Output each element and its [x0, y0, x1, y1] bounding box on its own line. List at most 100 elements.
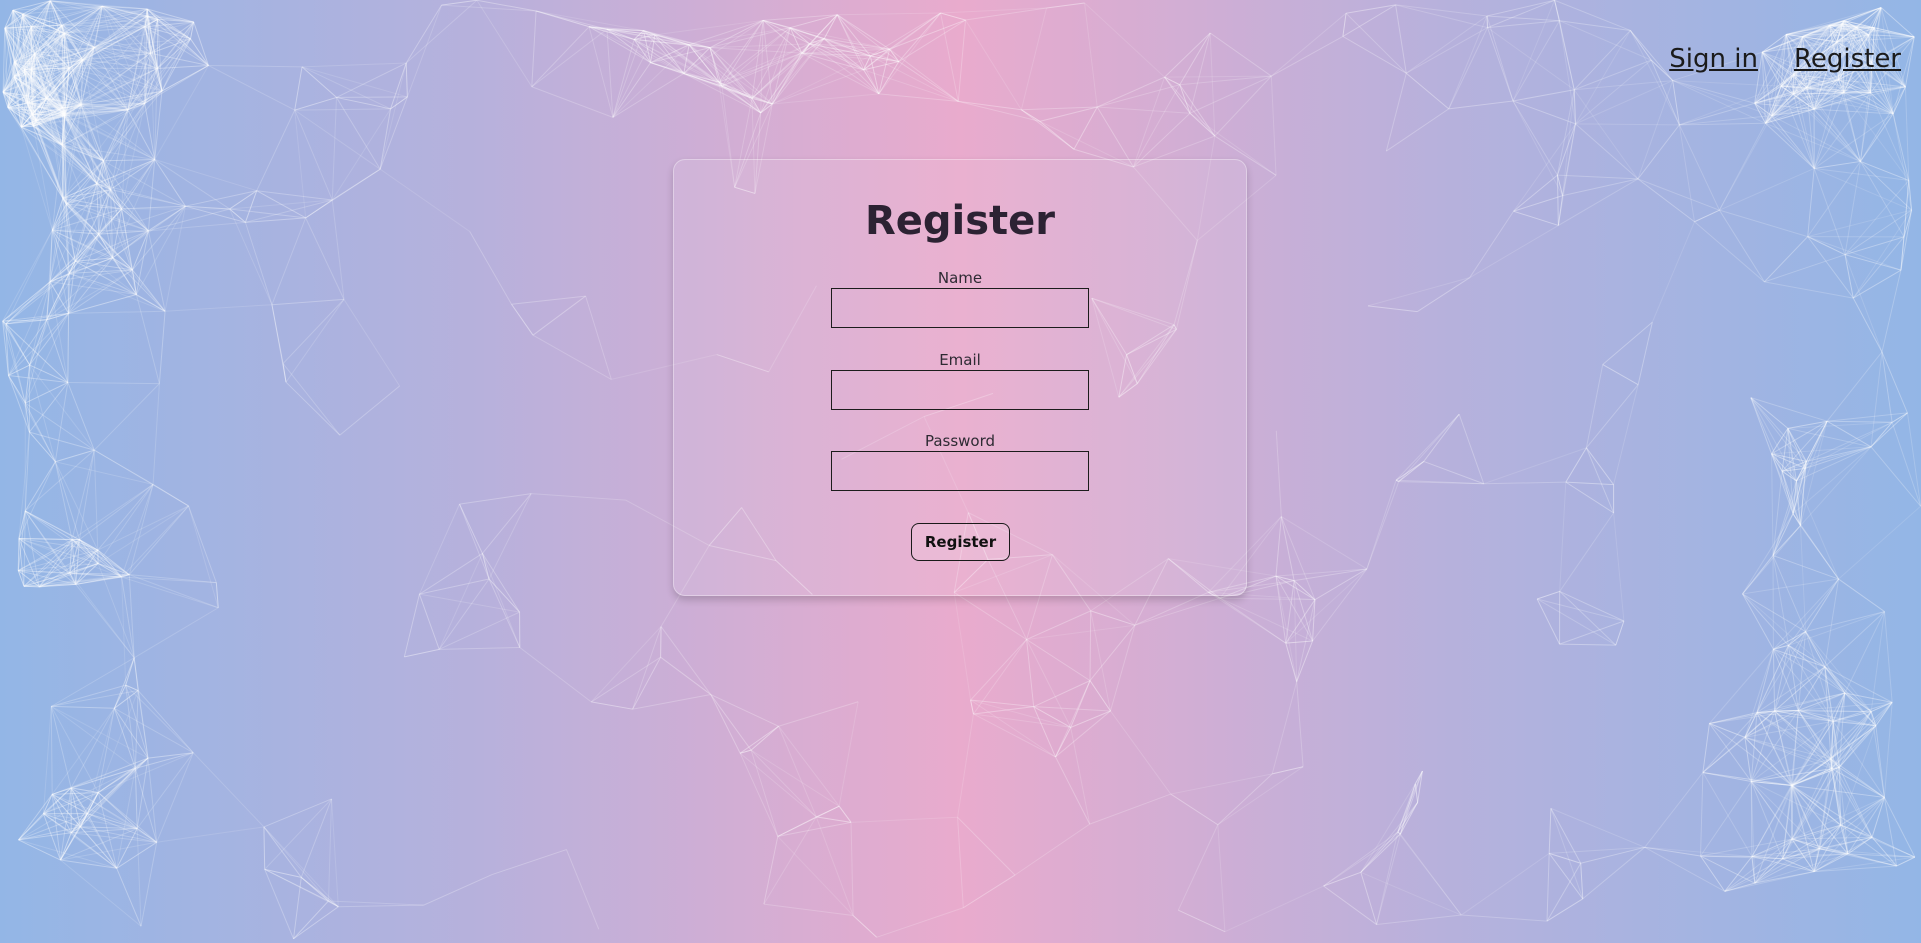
network-line	[1055, 680, 1091, 758]
network-line	[1549, 846, 1645, 854]
network-line	[1097, 106, 1190, 114]
network-line	[300, 798, 333, 878]
network-line	[1565, 481, 1614, 514]
network-line	[294, 108, 391, 111]
network-line	[147, 230, 166, 312]
network-line	[750, 749, 840, 807]
network-line	[1575, 123, 1680, 126]
network-line	[1084, 2, 1098, 108]
network-line	[419, 578, 490, 595]
network-line	[1360, 783, 1416, 873]
network-line	[1395, 4, 1488, 17]
network-line	[852, 915, 878, 938]
network-line	[1550, 808, 1584, 899]
network-line	[532, 295, 586, 336]
network-line	[1046, 2, 1085, 9]
network-line	[1883, 702, 1893, 798]
network-line	[1014, 823, 1090, 876]
network-line	[305, 168, 381, 219]
network-line	[1164, 32, 1211, 78]
register-button[interactable]: Register	[911, 523, 1010, 561]
network-line	[1546, 853, 1550, 922]
network-line	[1792, 513, 1839, 580]
network-line	[1644, 846, 1752, 858]
register-link[interactable]: Register	[1794, 44, 1901, 74]
network-line	[1275, 576, 1298, 682]
network-line	[129, 574, 219, 609]
network-line	[51, 708, 115, 795]
network-line	[459, 493, 532, 505]
network-line	[1073, 106, 1098, 150]
network-line	[491, 849, 567, 876]
network-line	[511, 295, 586, 305]
network-line	[750, 749, 817, 818]
network-line	[158, 311, 166, 384]
network-line	[777, 821, 852, 837]
network-line	[739, 753, 779, 837]
network-line	[476, 0, 533, 88]
sign-in-link[interactable]: Sign in	[1669, 44, 1758, 74]
network-line	[1679, 85, 1782, 126]
network-line	[165, 304, 272, 312]
network-line	[1805, 578, 1840, 632]
network-line	[1575, 59, 1652, 125]
network-line	[1110, 710, 1172, 795]
network-line	[957, 817, 964, 908]
password-label: Password	[924, 432, 996, 450]
network-line	[379, 62, 407, 170]
network-line	[1209, 32, 1272, 77]
network-line	[1546, 863, 1582, 922]
network-line	[1293, 580, 1298, 682]
top-nav: Sign in Register	[1669, 44, 1901, 74]
network-line	[1554, 0, 1560, 21]
network-line	[1744, 736, 1832, 770]
network-line	[565, 849, 600, 930]
network-line	[1826, 351, 1883, 422]
network-line	[660, 656, 712, 695]
email-input[interactable]	[831, 370, 1089, 410]
network-line	[264, 869, 294, 939]
network-line	[612, 34, 656, 118]
network-line	[263, 798, 332, 828]
network-line	[1559, 643, 1616, 646]
network-line	[1718, 209, 1765, 283]
network-line	[1448, 100, 1514, 110]
network-line	[244, 222, 273, 305]
network-line	[147, 758, 158, 843]
network-line	[459, 503, 490, 580]
name-label: Name	[937, 269, 983, 287]
network-line	[837, 12, 941, 16]
network-line	[1844, 254, 1883, 353]
network-line	[1870, 611, 1885, 712]
name-input[interactable]	[831, 288, 1089, 328]
network-line	[1179, 84, 1191, 114]
network-line	[850, 822, 854, 916]
network-line	[1852, 297, 1883, 353]
network-line	[68, 310, 166, 314]
network-line	[51, 684, 126, 707]
network-line	[336, 96, 408, 98]
network-line	[1486, 15, 1514, 102]
network-line	[535, 10, 635, 40]
network-line	[958, 100, 1040, 122]
network-line	[488, 493, 532, 580]
email-field-group: Email	[674, 350, 1246, 410]
network-line	[188, 505, 219, 608]
network-line	[336, 96, 391, 110]
network-line	[1565, 481, 1614, 486]
network-line	[1512, 20, 1560, 102]
network-line	[1883, 797, 1916, 858]
network-line	[1110, 625, 1136, 712]
network-line	[150, 53, 156, 160]
network-line	[24, 461, 56, 512]
network-line	[271, 298, 344, 306]
network-line	[1838, 578, 1885, 613]
network-line	[1559, 620, 1625, 645]
network-line	[293, 906, 339, 940]
password-input[interactable]	[831, 451, 1089, 491]
network-line	[282, 299, 345, 364]
network-line	[1870, 421, 1893, 448]
network-line	[739, 752, 817, 818]
network-line	[1406, 27, 1488, 74]
network-line	[1214, 75, 1272, 137]
